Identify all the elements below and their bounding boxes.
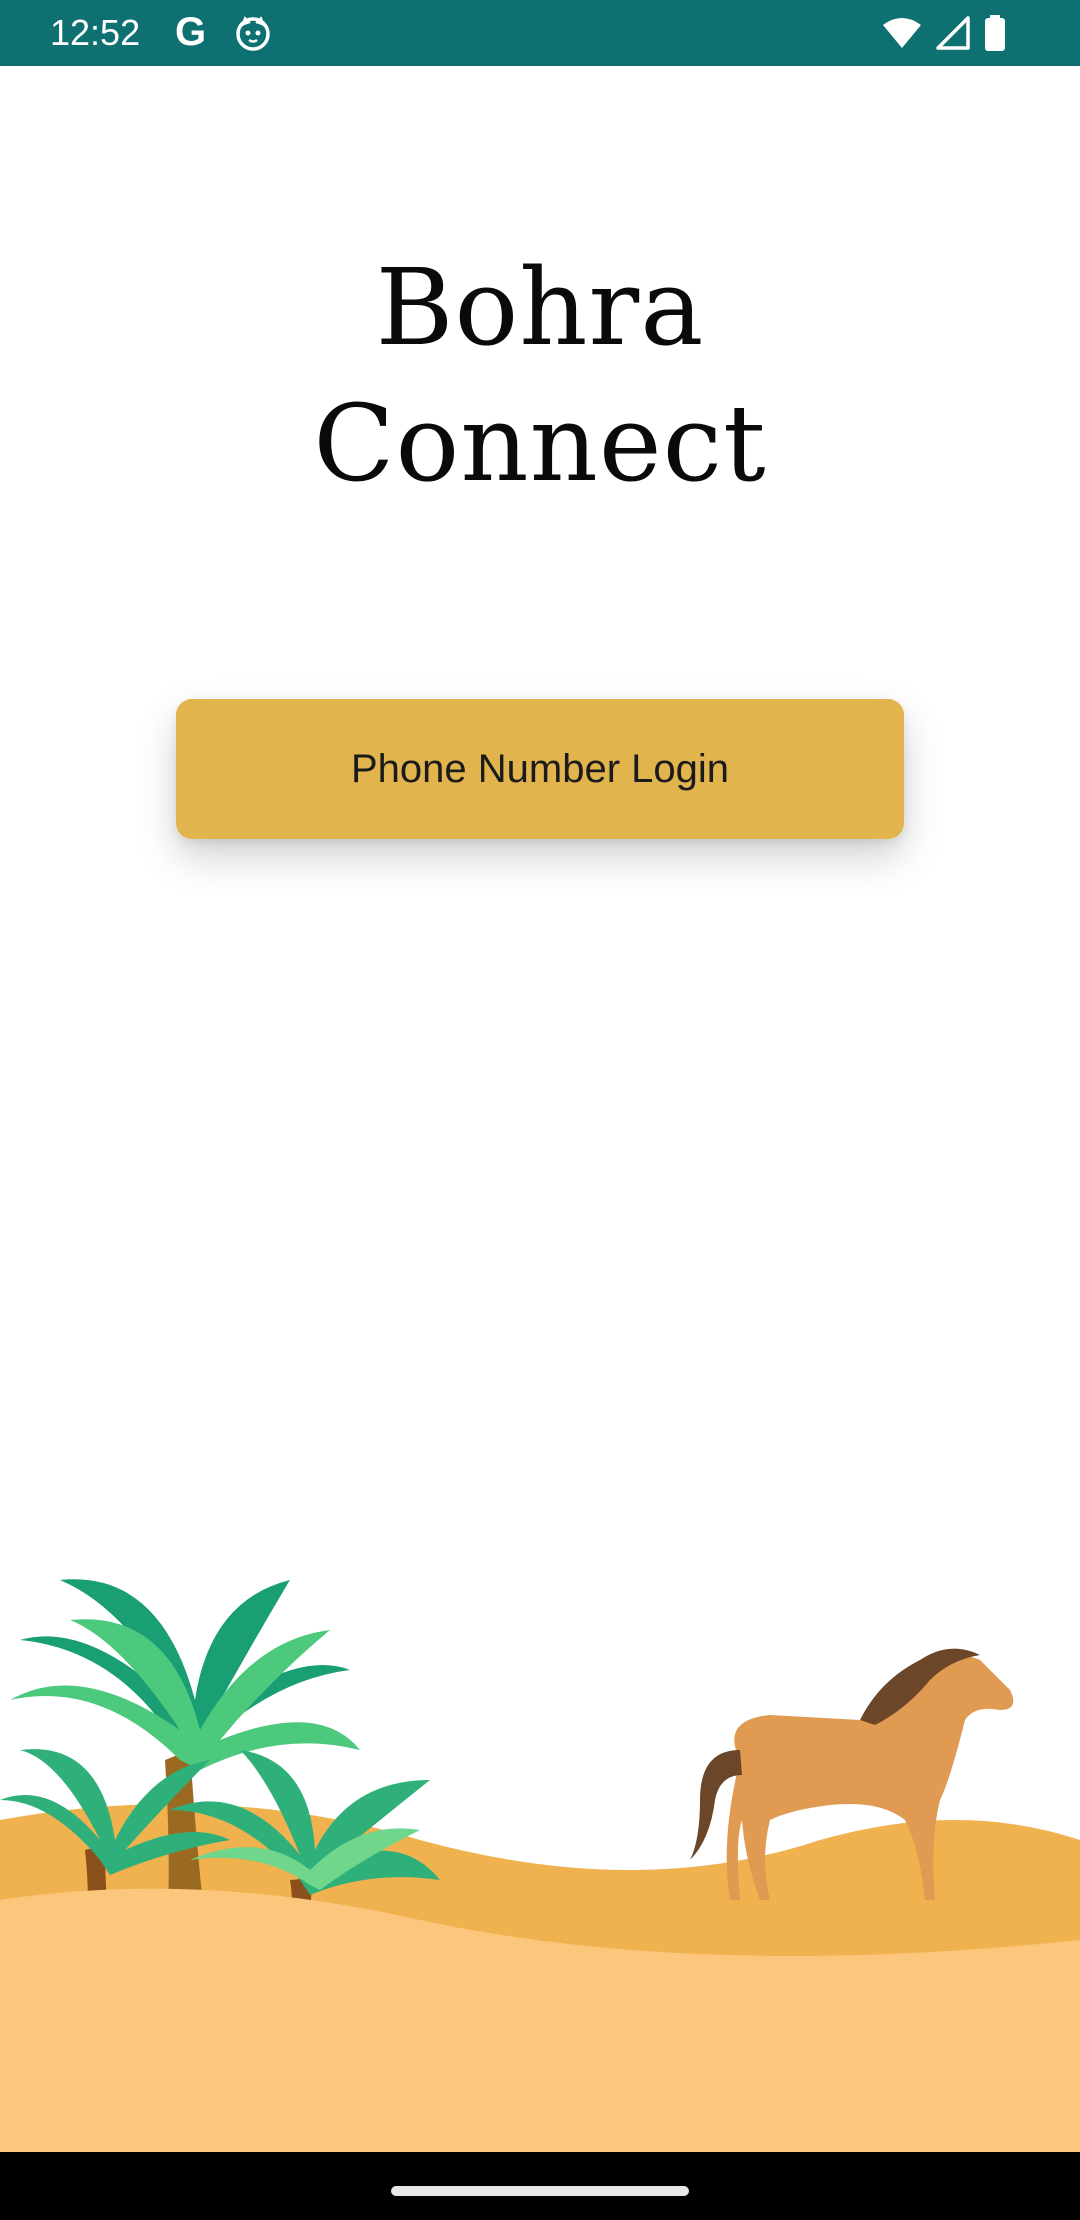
- wifi-icon: [883, 18, 921, 48]
- navigation-bar: [0, 2152, 1080, 2220]
- login-screen: 12:52 G Bohra Connect Phone Number Login: [0, 0, 1080, 2220]
- status-indicators: [882, 14, 1006, 52]
- desert-illustration: [0, 1579, 1080, 2152]
- battery-icon: [985, 15, 1005, 51]
- phone-number-login-button[interactable]: Phone Number Login: [176, 699, 904, 839]
- app-title: Bohra Connect: [0, 240, 1080, 512]
- status-bar: 12:52 G: [0, 0, 1080, 66]
- home-gesture-handle[interactable]: [391, 2186, 689, 2196]
- cellular-signal-icon: [936, 16, 970, 50]
- status-time: 12:52: [50, 12, 141, 53]
- cat-notification-icon: [236, 16, 270, 51]
- google-icon: G: [175, 10, 207, 54]
- app-title-line1: Bohra: [375, 246, 705, 369]
- app-title-line2: Connect: [313, 382, 767, 505]
